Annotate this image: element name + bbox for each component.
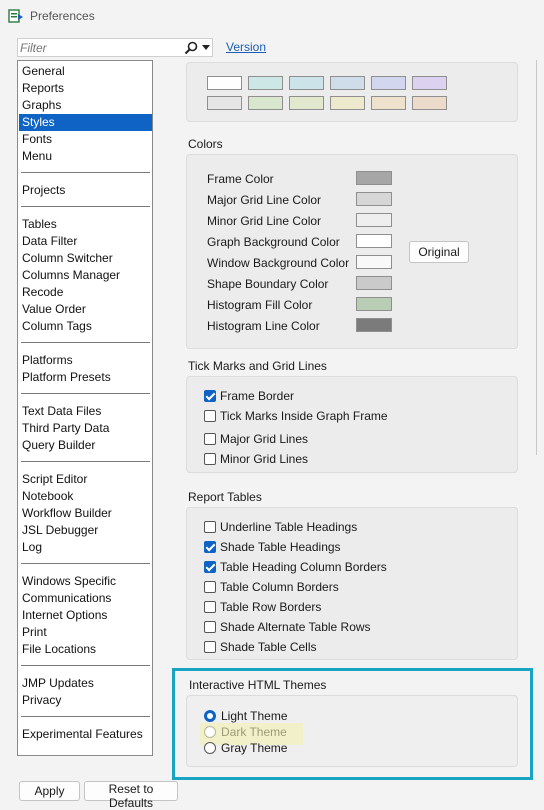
color-picker[interactable] bbox=[356, 297, 392, 311]
original-button[interactable]: Original bbox=[409, 241, 469, 263]
nav-item-column-tags[interactable]: Column Tags bbox=[19, 318, 152, 335]
color-label: Minor Grid Line Color bbox=[207, 214, 322, 228]
minor-grid-lines-checkbox[interactable]: Minor Grid Lines bbox=[204, 451, 308, 467]
color-picker[interactable] bbox=[356, 192, 392, 206]
nav-item-columns-manager[interactable]: Columns Manager bbox=[19, 267, 152, 284]
nav-item-experimental-features[interactable]: Experimental Features bbox=[19, 726, 152, 743]
nav-item-script-editor[interactable]: Script Editor bbox=[19, 471, 152, 488]
nav-item-general[interactable]: General bbox=[19, 63, 152, 80]
chevron-down-icon[interactable] bbox=[202, 45, 210, 50]
nav-item-jmp-updates[interactable]: JMP Updates bbox=[19, 675, 152, 692]
palette-swatch[interactable] bbox=[330, 76, 365, 90]
palette-swatch[interactable] bbox=[371, 76, 406, 90]
category-list: General Reports Graphs Styles Fonts Menu… bbox=[17, 60, 153, 756]
nav-divider bbox=[21, 563, 150, 564]
color-label: Frame Color bbox=[207, 172, 274, 186]
version-link[interactable]: Version bbox=[226, 40, 266, 54]
palette-swatch[interactable] bbox=[207, 96, 242, 110]
colors-section-title: Colors bbox=[188, 137, 223, 151]
palette-group bbox=[186, 62, 518, 122]
nav-item-fonts[interactable]: Fonts bbox=[19, 131, 152, 148]
nav-item-print[interactable]: Print bbox=[19, 624, 152, 641]
nav-item-file-locations[interactable]: File Locations bbox=[19, 641, 152, 658]
frame-border-checkbox[interactable]: Frame Border bbox=[204, 388, 294, 404]
nav-item-menu[interactable]: Menu bbox=[19, 148, 152, 165]
nav-divider bbox=[21, 393, 150, 394]
html-themes-callout-frame bbox=[172, 668, 533, 780]
nav-item-reports[interactable]: Reports bbox=[19, 80, 152, 97]
color-picker[interactable] bbox=[356, 171, 392, 185]
color-label: Graph Background Color bbox=[207, 235, 340, 249]
nav-item-windows-specific[interactable]: Windows Specific bbox=[19, 573, 152, 590]
scroll-edge bbox=[536, 60, 537, 455]
palette-swatch[interactable] bbox=[289, 96, 324, 110]
underline-table-headings-checkbox[interactable]: Underline Table Headings bbox=[204, 519, 357, 535]
table-heading-column-borders-checkbox[interactable]: Table Heading Column Borders bbox=[204, 559, 387, 575]
nav-item-query-builder[interactable]: Query Builder bbox=[19, 437, 152, 454]
reset-to-defaults-button[interactable]: Reset to Defaults bbox=[84, 781, 178, 810]
table-column-borders-checkbox[interactable]: Table Column Borders bbox=[204, 579, 339, 595]
report-tables-section-title: Report Tables bbox=[188, 490, 262, 504]
tick-marks-section-title: Tick Marks and Grid Lines bbox=[188, 359, 327, 373]
apply-button[interactable]: Apply bbox=[19, 781, 80, 801]
nav-item-styles[interactable]: Styles bbox=[19, 114, 152, 131]
nav-divider bbox=[21, 716, 150, 717]
shade-alternate-rows-checkbox[interactable]: Shade Alternate Table Rows bbox=[204, 619, 371, 635]
palette-swatch[interactable] bbox=[412, 96, 447, 110]
shade-table-cells-checkbox[interactable]: Shade Table Cells bbox=[204, 639, 317, 655]
nav-item-jsl-debugger[interactable]: JSL Debugger bbox=[19, 522, 152, 539]
major-grid-lines-checkbox[interactable]: Major Grid Lines bbox=[204, 431, 308, 447]
palette-swatch[interactable] bbox=[248, 76, 283, 90]
shade-table-headings-checkbox[interactable]: Shade Table Headings bbox=[204, 539, 341, 555]
palette-swatch[interactable] bbox=[248, 96, 283, 110]
nav-item-communications[interactable]: Communications bbox=[19, 590, 152, 607]
nav-item-privacy[interactable]: Privacy bbox=[19, 692, 152, 709]
color-picker[interactable] bbox=[356, 213, 392, 227]
nav-item-data-filter[interactable]: Data Filter bbox=[19, 233, 152, 250]
nav-item-column-switcher[interactable]: Column Switcher bbox=[19, 250, 152, 267]
window-title: Preferences bbox=[30, 9, 95, 23]
nav-item-notebook[interactable]: Notebook bbox=[19, 488, 152, 505]
color-label: Histogram Line Color bbox=[207, 319, 320, 333]
preferences-app-icon bbox=[8, 9, 23, 23]
table-row-borders-checkbox[interactable]: Table Row Borders bbox=[204, 599, 321, 615]
nav-item-platforms[interactable]: Platforms bbox=[19, 352, 152, 369]
filter-input[interactable] bbox=[20, 40, 180, 55]
color-picker[interactable] bbox=[356, 276, 392, 290]
nav-item-internet-options[interactable]: Internet Options bbox=[19, 607, 152, 624]
nav-item-tables[interactable]: Tables bbox=[19, 216, 152, 233]
nav-item-workflow-builder[interactable]: Workflow Builder bbox=[19, 505, 152, 522]
palette-swatch[interactable] bbox=[412, 76, 447, 90]
color-label: Major Grid Line Color bbox=[207, 193, 322, 207]
tick-marks-inside-checkbox[interactable]: Tick Marks Inside Graph Frame bbox=[204, 408, 388, 424]
nav-item-log[interactable]: Log bbox=[19, 539, 152, 556]
color-picker[interactable] bbox=[356, 255, 392, 269]
nav-item-projects[interactable]: Projects bbox=[19, 182, 152, 199]
search-icon[interactable] bbox=[184, 41, 198, 55]
palette-swatch[interactable] bbox=[207, 76, 242, 90]
nav-item-platform-presets[interactable]: Platform Presets bbox=[19, 369, 152, 386]
filter-box bbox=[17, 38, 213, 57]
nav-divider bbox=[21, 461, 150, 462]
color-label: Shape Boundary Color bbox=[207, 277, 329, 291]
palette-swatch[interactable] bbox=[330, 96, 365, 110]
nav-item-text-data-files[interactable]: Text Data Files bbox=[19, 403, 152, 420]
color-picker[interactable] bbox=[356, 318, 392, 332]
nav-divider bbox=[21, 172, 150, 173]
color-label: Window Background Color bbox=[207, 256, 350, 270]
color-picker[interactable] bbox=[356, 234, 392, 248]
nav-item-third-party-data[interactable]: Third Party Data bbox=[19, 420, 152, 437]
nav-item-recode[interactable]: Recode bbox=[19, 284, 152, 301]
nav-item-graphs[interactable]: Graphs bbox=[19, 97, 152, 114]
palette-swatch[interactable] bbox=[289, 76, 324, 90]
nav-divider bbox=[21, 665, 150, 666]
nav-divider bbox=[21, 206, 150, 207]
palette-swatch[interactable] bbox=[371, 96, 406, 110]
nav-divider bbox=[21, 342, 150, 343]
color-label: Histogram Fill Color bbox=[207, 298, 313, 312]
nav-item-value-order[interactable]: Value Order bbox=[19, 301, 152, 318]
